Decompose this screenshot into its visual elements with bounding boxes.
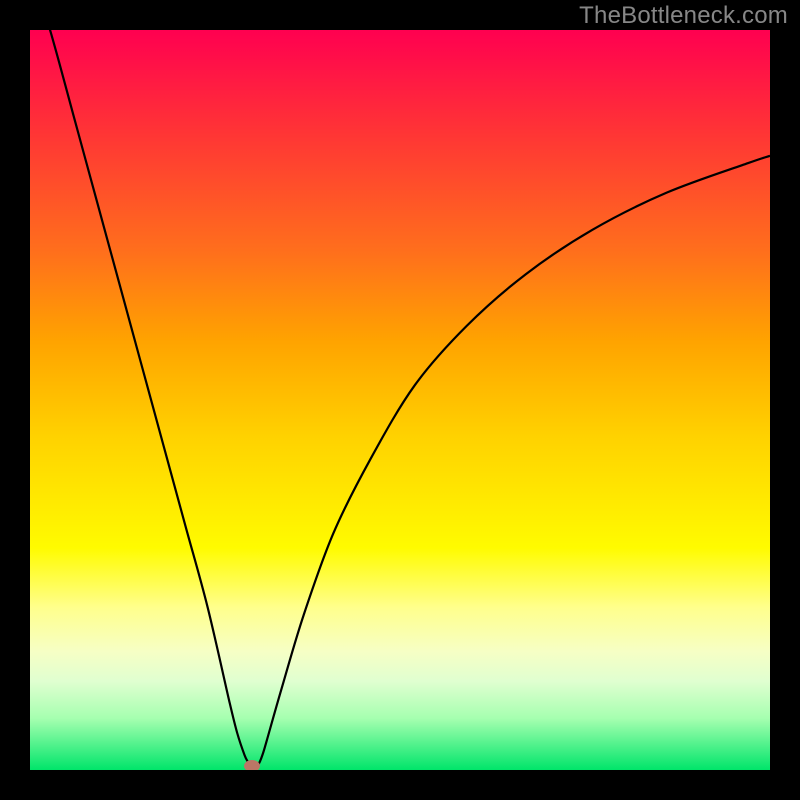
chart-svg xyxy=(30,30,770,770)
chart-frame: TheBottleneck.com xyxy=(0,0,800,800)
bottleneck-curve xyxy=(30,30,770,770)
marker-point xyxy=(244,760,260,770)
watermark-text: TheBottleneck.com xyxy=(579,2,788,30)
